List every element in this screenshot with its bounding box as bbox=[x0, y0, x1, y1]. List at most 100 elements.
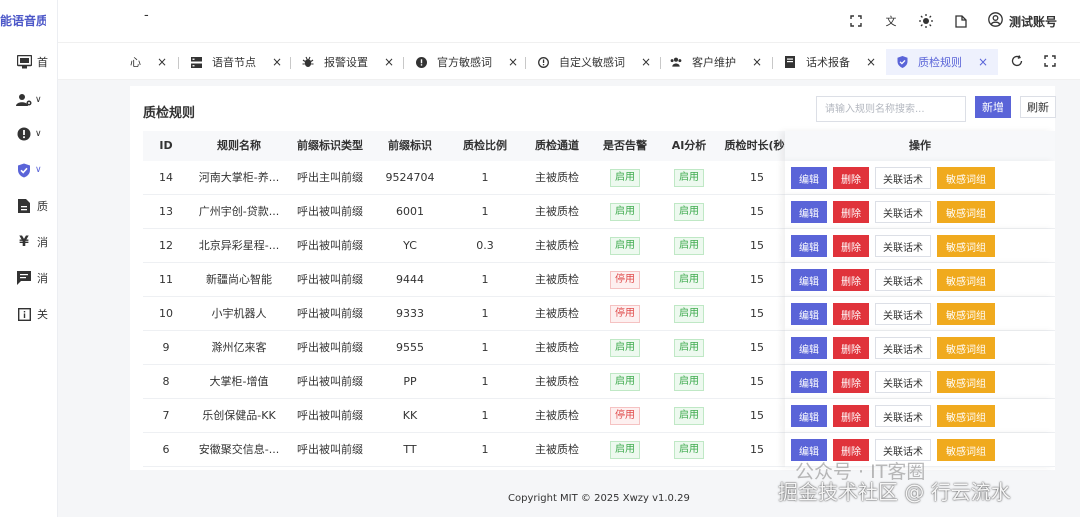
cell-channel: 主被质检 bbox=[535, 307, 579, 320]
fullscreen-icon[interactable] bbox=[848, 13, 864, 29]
tab-official-sensitive[interactable]: 官方敏感词 × bbox=[415, 49, 518, 75]
sidebar-item-billing[interactable]: ¥ 消 bbox=[0, 229, 57, 255]
delete-button[interactable]: 删除 bbox=[833, 371, 869, 393]
delete-button[interactable]: 删除 bbox=[833, 405, 869, 427]
cell-ratio: 1 bbox=[481, 273, 489, 286]
link-script-button[interactable]: 关联话术 bbox=[875, 371, 931, 393]
close-icon[interactable]: × bbox=[866, 55, 876, 69]
column-header-duration[interactable]: 质检时长(秒) bbox=[721, 131, 793, 161]
row-operations: 编辑 删除 关联话术 敏感词组 bbox=[785, 297, 1055, 331]
edit-button[interactable]: 编辑 bbox=[791, 235, 827, 257]
edit-button[interactable]: 编辑 bbox=[791, 201, 827, 223]
search-input[interactable] bbox=[816, 96, 966, 122]
cell-prefix: 6001 bbox=[396, 205, 424, 218]
theme-icon[interactable] bbox=[918, 13, 934, 29]
cell-alarm: 启用 bbox=[593, 433, 657, 466]
cell-id: 12 bbox=[159, 239, 173, 252]
column-header-id[interactable]: ID bbox=[143, 131, 189, 161]
link-script-button[interactable]: 关联话术 bbox=[875, 405, 931, 427]
sensitive-group-button[interactable]: 敏感词组 bbox=[937, 405, 995, 427]
menu-toggle-icon[interactable]: - bbox=[144, 8, 149, 23]
edit-button[interactable]: 编辑 bbox=[791, 167, 827, 189]
sensitive-group-button[interactable]: 敏感词组 bbox=[937, 201, 995, 223]
close-icon[interactable]: × bbox=[508, 55, 518, 69]
link-script-button[interactable]: 关联话术 bbox=[875, 303, 931, 325]
delete-button[interactable]: 删除 bbox=[833, 269, 869, 291]
cell-duration: 15 bbox=[750, 409, 764, 422]
column-header-operations: 操作 bbox=[785, 131, 1055, 161]
account-menu[interactable]: 测试账号 bbox=[988, 11, 1057, 31]
status-badge: 停用 bbox=[610, 271, 640, 289]
cell-prefix-type: 呼出主叫前缀 bbox=[297, 171, 363, 184]
docs-icon[interactable] bbox=[953, 13, 969, 29]
cell-id: 6 bbox=[162, 443, 170, 456]
column-header-alarm[interactable]: 是否告警 bbox=[593, 131, 657, 161]
link-script-button[interactable]: 关联话术 bbox=[875, 235, 931, 257]
sensitive-group-button[interactable]: 敏感词组 bbox=[937, 371, 995, 393]
cell-prefix-type: 呼出被叫前缀 bbox=[297, 409, 363, 422]
edit-button[interactable]: 编辑 bbox=[791, 269, 827, 291]
link-script-button[interactable]: 关联话术 bbox=[875, 337, 931, 359]
edit-button[interactable]: 编辑 bbox=[791, 371, 827, 393]
cell-prefix: 9524704 bbox=[385, 171, 435, 184]
sensitive-group-button[interactable]: 敏感词组 bbox=[937, 235, 995, 257]
sidebar-item-users[interactable]: ∨ bbox=[0, 87, 57, 113]
sensitive-group-button[interactable]: 敏感词组 bbox=[937, 167, 995, 189]
tab-dashboard[interactable]: 心 × bbox=[130, 49, 167, 75]
tab-scripts[interactable]: 话术报备 × bbox=[784, 49, 876, 75]
sidebar-item-alerts[interactable]: ∨ bbox=[0, 121, 57, 147]
sidebar-item-home[interactable]: 首 bbox=[0, 49, 57, 75]
column-header-ratio[interactable]: 质检比例 bbox=[449, 131, 521, 161]
cell-ai: 启用 bbox=[657, 195, 721, 228]
cell-ai: 启用 bbox=[657, 433, 721, 466]
tab-custom-sensitive[interactable]: 自定义敏感词 × bbox=[537, 49, 651, 75]
sidebar-item-messages[interactable]: 消 bbox=[0, 265, 57, 291]
cell-ai: 启用 bbox=[657, 229, 721, 262]
sidebar-item-label: 关 bbox=[37, 308, 48, 321]
cell-ai: 启用 bbox=[657, 365, 721, 398]
sensitive-group-button[interactable]: 敏感词组 bbox=[937, 439, 995, 461]
column-header-ai[interactable]: AI分析 bbox=[657, 131, 721, 161]
sidebar-item-quality[interactable]: ∨ bbox=[0, 157, 57, 183]
sidebar-item-inspection[interactable]: 质 bbox=[0, 193, 57, 219]
delete-button[interactable]: 删除 bbox=[833, 201, 869, 223]
tab-customers[interactable]: 客户维护 × bbox=[670, 49, 762, 75]
delete-button[interactable]: 删除 bbox=[833, 235, 869, 257]
add-button[interactable]: 新增 bbox=[975, 96, 1011, 118]
sensitive-group-button[interactable]: 敏感词组 bbox=[937, 337, 995, 359]
translate-icon[interactable]: 文 bbox=[883, 13, 899, 29]
watermark-line2: 掘金技术社区 @ 行云流水 bbox=[778, 480, 1011, 504]
close-icon[interactable]: × bbox=[157, 55, 167, 69]
tab-quality-rules[interactable]: 质检规则 × bbox=[886, 49, 999, 75]
cell-ai: 启用 bbox=[657, 331, 721, 364]
column-header-name[interactable]: 规则名称 bbox=[189, 131, 289, 161]
column-header-channel[interactable]: 质检通道 bbox=[521, 131, 593, 161]
close-icon[interactable]: × bbox=[978, 55, 988, 69]
link-script-button[interactable]: 关联话术 bbox=[875, 269, 931, 291]
link-script-button[interactable]: 关联话术 bbox=[875, 167, 931, 189]
column-header-prefix-type[interactable]: 前缀标识类型 bbox=[289, 131, 371, 161]
refresh-button[interactable]: 刷新 bbox=[1020, 96, 1056, 118]
maximize-icon[interactable] bbox=[1042, 53, 1058, 69]
close-icon[interactable]: × bbox=[641, 55, 651, 69]
row-operations: 编辑 删除 关联话术 敏感词组 bbox=[785, 399, 1055, 433]
edit-button[interactable]: 编辑 bbox=[791, 337, 827, 359]
close-icon[interactable]: × bbox=[752, 55, 762, 69]
close-icon[interactable]: × bbox=[384, 55, 394, 69]
sensitive-group-button[interactable]: 敏感词组 bbox=[937, 303, 995, 325]
tab-separator bbox=[290, 57, 291, 69]
edit-button[interactable]: 编辑 bbox=[791, 405, 827, 427]
sensitive-group-button[interactable]: 敏感词组 bbox=[937, 269, 995, 291]
tab-alarm-settings[interactable]: 报警设置 × bbox=[302, 49, 394, 75]
column-header-prefix[interactable]: 前缀标识 bbox=[371, 131, 449, 161]
sidebar-item-about[interactable]: 关 bbox=[0, 301, 57, 327]
link-script-button[interactable]: 关联话术 bbox=[875, 201, 931, 223]
tab-voice-nodes[interactable]: 语音节点 × bbox=[190, 49, 282, 75]
delete-button[interactable]: 删除 bbox=[833, 167, 869, 189]
close-icon[interactable]: × bbox=[272, 55, 282, 69]
delete-button[interactable]: 删除 bbox=[833, 303, 869, 325]
refresh-icon[interactable] bbox=[1009, 53, 1025, 69]
cell-id: 14 bbox=[159, 171, 173, 184]
edit-button[interactable]: 编辑 bbox=[791, 303, 827, 325]
delete-button[interactable]: 删除 bbox=[833, 337, 869, 359]
